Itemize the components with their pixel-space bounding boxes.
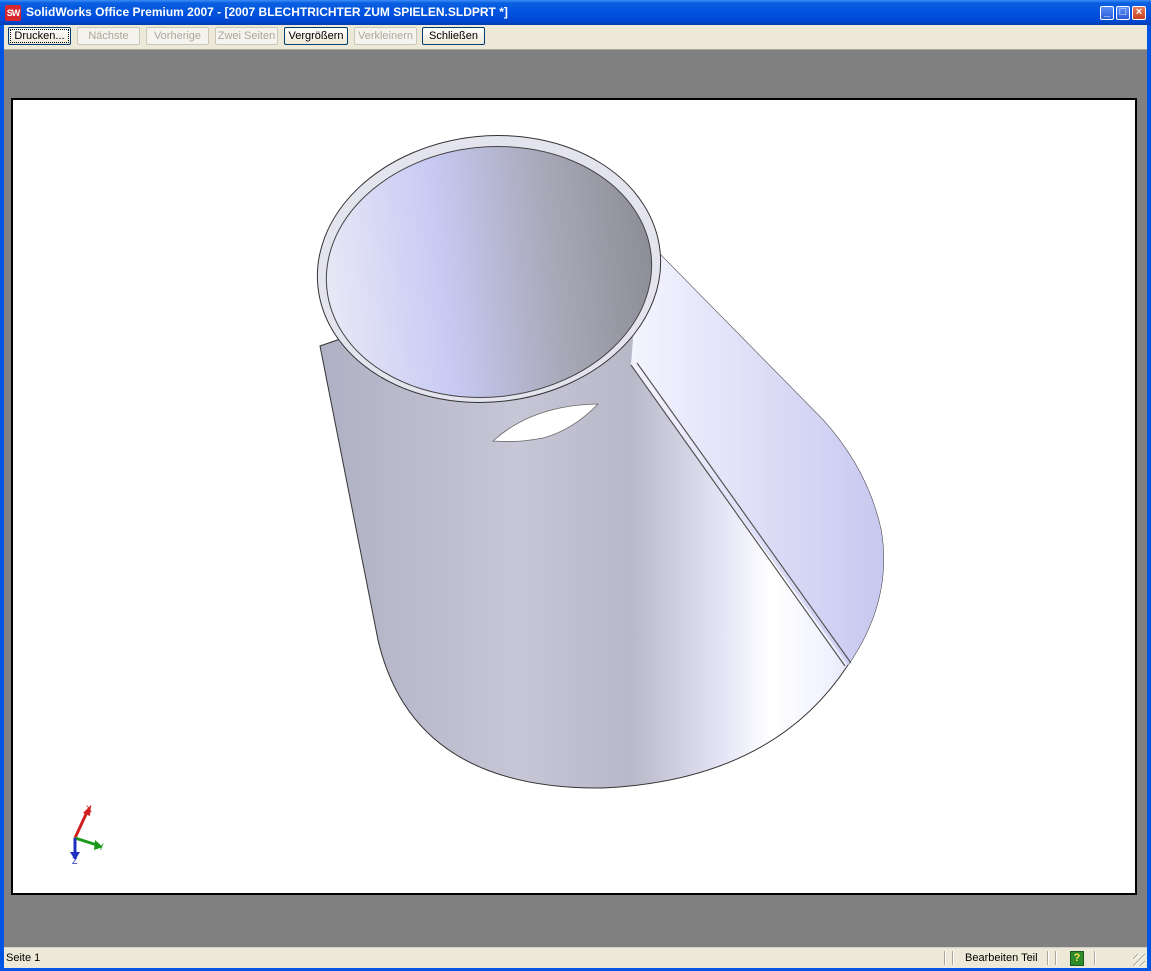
- status-divider: [1047, 951, 1049, 965]
- axis-z-label: Z: [72, 856, 78, 866]
- close-preview-button[interactable]: Schließen: [422, 27, 485, 45]
- client-area: Drucken... Nächste Vorherige Zwei Seiten…: [4, 25, 1147, 968]
- print-button[interactable]: Drucken...: [8, 27, 71, 45]
- window-title: SolidWorks Office Premium 2007 - [2007 B…: [26, 5, 508, 19]
- status-bar: Seite 1 Bearbeiten Teil ?: [4, 947, 1147, 968]
- resize-grip[interactable]: [1133, 954, 1145, 966]
- axis-triad: X Y Z: [70, 804, 104, 866]
- close-window-button[interactable]: ×: [1132, 6, 1146, 20]
- minimize-button[interactable]: _: [1100, 6, 1114, 20]
- print-preview-window: SW SolidWorks Office Premium 2007 - [200…: [0, 0, 1151, 971]
- preview-page[interactable]: X Y Z: [11, 98, 1137, 895]
- model-view: X Y Z: [70, 135, 885, 866]
- axis-y-label: Y: [98, 842, 104, 852]
- status-divider: [1055, 951, 1057, 965]
- status-divider: [952, 951, 954, 965]
- zoom-out-button[interactable]: Verkleinern: [354, 27, 417, 45]
- preview-toolbar: Drucken... Nächste Vorherige Zwei Seiten…: [4, 25, 1147, 50]
- status-divider: [944, 951, 946, 965]
- status-mode: Bearbeiten Teil: [965, 952, 1038, 964]
- previous-page-button[interactable]: Vorherige: [146, 27, 209, 45]
- title-bar[interactable]: SW SolidWorks Office Premium 2007 - [200…: [0, 0, 1151, 25]
- status-divider: [1094, 951, 1096, 965]
- solidworks-logo-icon[interactable]: SW: [5, 5, 21, 21]
- minimize-icon: _: [1103, 6, 1111, 18]
- maximize-button[interactable]: □: [1116, 6, 1130, 20]
- next-page-button[interactable]: Nächste: [77, 27, 140, 45]
- help-question-icon[interactable]: ?: [1070, 951, 1084, 966]
- preview-area[interactable]: X Y Z: [4, 50, 1147, 947]
- close-icon: ×: [1135, 6, 1143, 18]
- axis-x-label: X: [86, 804, 92, 814]
- zoom-in-button[interactable]: Vergrößern: [284, 27, 348, 45]
- two-pages-button[interactable]: Zwei Seiten: [215, 27, 278, 45]
- status-page: Seite 1: [6, 952, 41, 964]
- restore-icon: □: [1119, 6, 1127, 18]
